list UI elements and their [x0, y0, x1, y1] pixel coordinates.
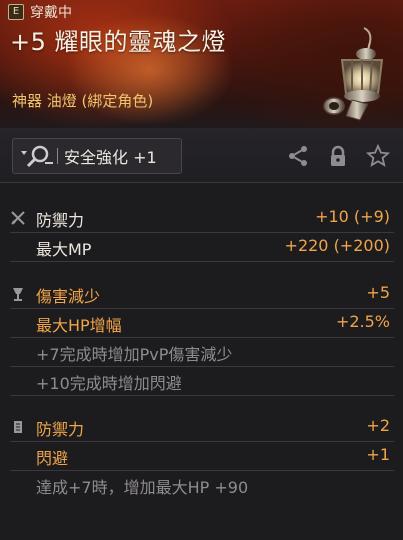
stat-value: +220 (+200) — [284, 236, 390, 255]
effect-row: +7完成時增加PvP傷害減少 — [10, 337, 394, 367]
effect-row: +10完成時增加閃避 — [10, 366, 394, 396]
spirit-lamp-icon — [323, 27, 384, 121]
scroll-icon — [14, 421, 22, 433]
safe-enhance-label: 安全強化 +1 — [64, 148, 157, 167]
bonus-row: 閃避 +1 — [10, 441, 394, 471]
effect-label: +7完成時增加PvP傷害減少 — [36, 345, 233, 364]
stat-row: 最大MP +220 (+200) — [10, 232, 394, 262]
effect-value: +2.5% — [335, 312, 390, 331]
bonus-label: 閃避 — [36, 449, 69, 468]
bonus-value: +2 — [366, 416, 390, 435]
equipped-badge: E — [8, 4, 24, 20]
item-title: +5 耀眼的靈魂之燈 — [10, 28, 227, 56]
stat-label: 防禦力 — [36, 211, 85, 230]
effect-value: +5 — [366, 283, 390, 302]
magnify-enhance-icon — [21, 145, 53, 168]
effect-row: 傷害減少 +5 — [10, 279, 394, 309]
crossed-swords-icon — [11, 211, 25, 225]
effect-label: +10完成時增加閃避 — [36, 374, 182, 393]
action-bar: 安全強化 +1 — [0, 128, 403, 183]
goblet-icon — [13, 288, 23, 301]
bonus-label: 達成+7時，增加最大HP +90 — [36, 478, 249, 497]
divider — [57, 148, 58, 164]
effect-label: 最大HP增幅 — [36, 316, 122, 335]
stat-label: 最大MP — [36, 240, 92, 259]
effect-label: 傷害減少 — [36, 287, 101, 306]
safe-enhance-button[interactable]: 安全強化 +1 — [12, 138, 182, 174]
share-icon[interactable] — [286, 144, 310, 168]
lock-icon[interactable] — [326, 144, 350, 168]
bonus-label: 防禦力 — [36, 420, 85, 439]
effect-row: 最大HP增幅 +2.5% — [10, 308, 394, 338]
star-icon[interactable] — [366, 144, 390, 168]
item-type: 神器 油燈 (綁定角色) — [12, 92, 154, 110]
bonus-row: 達成+7時，增加最大HP +90 — [10, 470, 394, 499]
item-header: E 穿戴中 +5 耀眼的靈魂之燈 神器 油燈 (綁定角色) — [0, 0, 403, 128]
stat-value: +10 (+9) — [315, 207, 390, 226]
equipped-status: 穿戴中 — [30, 5, 72, 21]
bonus-value: +1 — [366, 445, 390, 464]
stat-row: 防禦力 +10 (+9) — [10, 203, 394, 233]
bonus-row: 防禦力 +2 — [10, 412, 394, 442]
